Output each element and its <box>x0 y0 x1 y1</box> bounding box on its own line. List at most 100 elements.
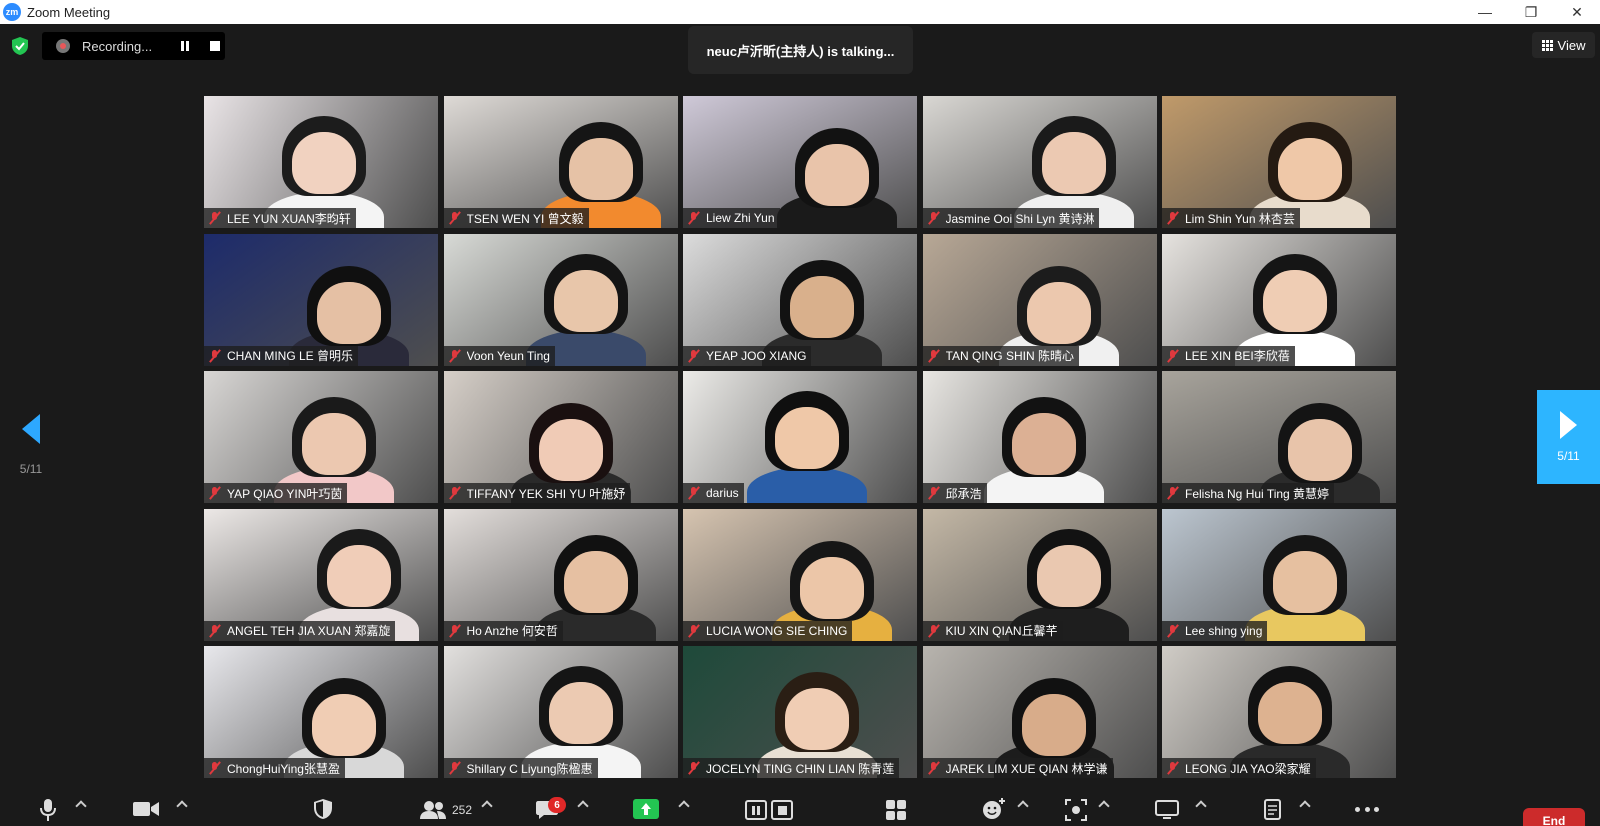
participant-video-tile[interactable]: TSEN WEN YI 曾文毅 <box>443 96 678 228</box>
participant-video-tile[interactable]: Liew Zhi Yun <box>683 96 917 228</box>
participant-name-tag: Shillary C Liyung陈楹惠 <box>443 758 598 778</box>
participant-face <box>1036 544 1101 607</box>
participant-face <box>1263 269 1327 332</box>
whiteboard-options-chevron-icon[interactable] <box>1195 800 1207 812</box>
recording-indicator: Recording... <box>42 32 225 60</box>
apps-icon[interactable] <box>885 799 907 821</box>
participant-face <box>548 682 613 744</box>
participant-name: ChongHuiYing张慧盈 <box>227 761 340 776</box>
stop-record-icon[interactable] <box>771 800 793 820</box>
participant-name-tag: 邱承浩 <box>922 483 987 503</box>
reactions-options-chevron-icon[interactable] <box>1017 800 1029 812</box>
more-options-icon[interactable] <box>1355 807 1379 813</box>
participant-video-tile[interactable]: Felisha Ng Hui Ting 黄慧婷 <box>1162 371 1396 503</box>
chat-unread-badge: 6 <box>548 797 566 813</box>
participant-face <box>1026 281 1091 344</box>
participant-video-tile[interactable]: CHAN MING LE 曾明乐 <box>204 233 438 366</box>
encryption-shield-icon[interactable] <box>12 37 28 55</box>
participant-video-tile[interactable]: 邱承浩 <box>922 371 1157 503</box>
muted-microphone-icon <box>687 211 701 225</box>
participant-name-tag: KIU XIN QIAN丘馨芊 <box>922 620 1063 641</box>
meeting-toolbar: 252 <box>0 792 1600 826</box>
end-meeting-button[interactable]: End <box>1523 808 1585 826</box>
participants-button[interactable]: 252 <box>420 798 472 822</box>
muted-microphone-icon <box>208 348 222 363</box>
video-camera-icon[interactable] <box>132 800 160 818</box>
view-button[interactable]: View <box>1532 32 1595 58</box>
participant-name: Ho Anzhe 何安哲 <box>466 624 558 638</box>
participant-face <box>790 275 854 338</box>
participant-video-tile[interactable]: Ho Anzhe 何安哲 <box>443 508 678 641</box>
participant-video-tile[interactable]: Jasmine Ooi Shi Lyn 黄诗淋 <box>922 96 1157 228</box>
participant-name: KIU XIN QIAN丘馨芊 <box>945 624 1058 638</box>
focus-options-chevron-icon[interactable] <box>1098 800 1110 812</box>
pause-recording-icon[interactable] <box>179 40 191 52</box>
participant-video-tile[interactable]: Lee shing ying <box>1162 508 1396 641</box>
previous-page-button[interactable]: 5/11 <box>10 400 52 490</box>
participant-video-tile[interactable]: Shillary C Liyung陈楹惠 <box>443 646 678 778</box>
recording-label: Recording... <box>82 38 153 54</box>
muted-microphone-icon <box>448 623 462 638</box>
participant-video-tile[interactable]: JAREK LIM XUE QIAN 林学谦 <box>922 646 1157 778</box>
participant-video-tile[interactable]: TAN QING SHIN 陈晴心 <box>922 233 1157 366</box>
participant-video-tile[interactable]: ANGEL TEH JIA XUAN 郑嘉旋 <box>204 508 438 641</box>
pause-record-icon[interactable] <box>745 800 767 820</box>
participant-face <box>317 281 381 344</box>
participant-video-tile[interactable]: ChongHuiYing张慧盈 <box>204 646 438 778</box>
gallery-video-grid: LEE YUN XUAN李昀轩 TSEN WEN YI 曾文毅 Liew Zhi Y… <box>204 96 1396 778</box>
close-icon[interactable]: ✕ <box>1554 0 1600 24</box>
muted-microphone-icon <box>448 761 462 775</box>
participant-name: CHAN MING LE 曾明乐 <box>227 349 354 363</box>
participant-video-tile[interactable]: Lim Shin Yun 林杏芸 <box>1162 96 1396 228</box>
audio-options-chevron-icon[interactable] <box>75 800 87 812</box>
chat-options-chevron-icon[interactable] <box>577 800 589 812</box>
share-screen-icon[interactable] <box>633 799 659 819</box>
participant-video-tile[interactable]: JOCELYN TING CHIN LIAN 陈青莲 <box>683 646 917 778</box>
video-options-chevron-icon[interactable] <box>176 800 188 812</box>
participant-video-tile[interactable]: TIFFANY YEK SHI YU 叶施妤 <box>443 371 678 503</box>
participant-name: ANGEL TEH JIA XUAN 郑嘉旋 <box>227 624 391 638</box>
reactions-icon[interactable] <box>982 798 1006 820</box>
participant-video-tile[interactable]: LEE XIN BEI李欣蓓 <box>1162 233 1396 366</box>
notes-icon[interactable] <box>1263 798 1283 820</box>
participant-face <box>1278 138 1342 200</box>
participant-name-tag: CHAN MING LE 曾明乐 <box>204 345 359 366</box>
next-page-button[interactable]: 5/11 <box>1537 390 1600 484</box>
participant-face <box>292 132 356 194</box>
muted-microphone-icon <box>687 761 701 775</box>
share-options-chevron-icon[interactable] <box>678 800 690 812</box>
view-button-label: View <box>1557 37 1586 53</box>
participant-face <box>302 413 366 475</box>
participant-name: Jasmine Ooi Shi Lyn 黄诗淋 <box>945 211 1095 226</box>
participant-name-tag: Liew Zhi Yun <box>683 208 780 228</box>
notes-options-chevron-icon[interactable] <box>1299 800 1311 812</box>
participant-name-tag: YEAP JOO XIANG <box>683 345 812 366</box>
participant-face <box>1273 550 1337 613</box>
participant-face <box>1021 694 1086 756</box>
participant-video-tile[interactable]: Voon Yeun Ting <box>443 233 678 366</box>
restore-icon[interactable]: ❐ <box>1508 0 1554 24</box>
participant-name-tag: darius <box>683 483 744 503</box>
participant-name: TIFFANY YEK SHI YU 叶施妤 <box>466 486 626 501</box>
participant-face <box>563 550 628 613</box>
participant-video-tile[interactable]: LEONG JIA YAO梁家耀 <box>1162 646 1396 778</box>
participants-options-chevron-icon[interactable] <box>481 800 493 812</box>
participant-video-tile[interactable]: KIU XIN QIAN丘馨芊 <box>922 508 1157 641</box>
participant-video-tile[interactable]: YAP QIAO YIN叶巧茵 <box>204 371 438 503</box>
stop-recording-icon[interactable] <box>210 41 220 51</box>
focus-mode-icon[interactable] <box>1065 799 1087 821</box>
muted-microphone-icon <box>448 486 462 500</box>
participant-face <box>538 419 603 481</box>
participant-name: darius <box>706 486 739 500</box>
participant-video-tile[interactable]: YEAP JOO XIANG <box>683 233 917 366</box>
participant-video-tile[interactable]: LUCIA WONG SIE CHING <box>683 508 917 641</box>
participant-name-tag: LUCIA WONG SIE CHING <box>683 620 853 641</box>
security-icon[interactable] <box>313 798 333 820</box>
microphone-icon[interactable] <box>38 798 58 822</box>
minimize-icon[interactable]: — <box>1462 0 1508 24</box>
participant-name-tag: LEE YUN XUAN李昀轩 <box>204 208 356 228</box>
participant-video-tile[interactable]: darius <box>683 371 917 503</box>
page-indicator-left: 5/11 <box>19 462 43 476</box>
participant-video-tile[interactable]: LEE YUN XUAN李昀轩 <box>204 96 438 228</box>
whiteboard-icon[interactable] <box>1155 800 1179 820</box>
